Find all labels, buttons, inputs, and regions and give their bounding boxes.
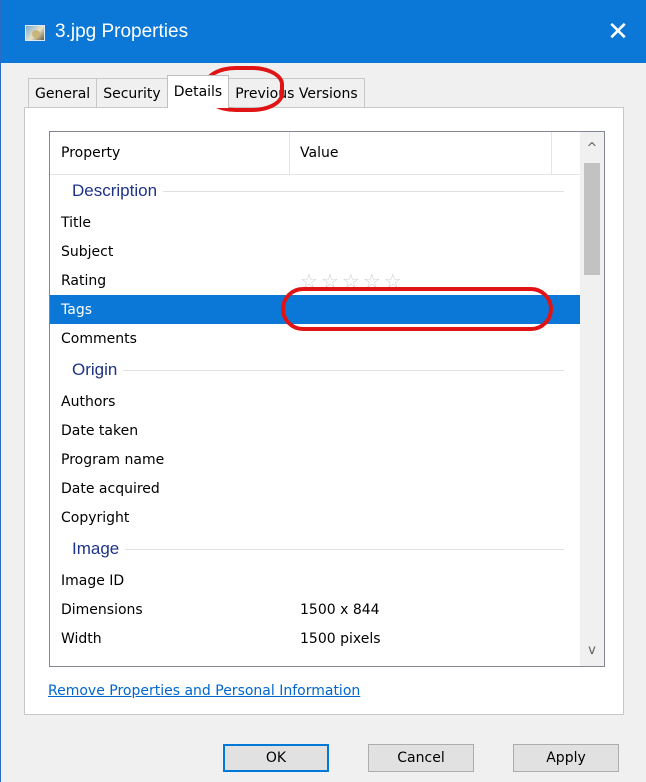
column-header-property[interactable]: Property — [50, 132, 290, 174]
row-tags[interactable]: Tags — [50, 295, 580, 324]
window-title: 3.jpg Properties — [55, 21, 189, 42]
property-name: Program name — [61, 451, 165, 468]
row-dimensions[interactable]: Dimensions 1500 x 844 — [50, 595, 580, 624]
properties-dialog: 3.jpg Properties ✕ General Security Deta… — [0, 0, 646, 782]
close-button[interactable]: ✕ — [589, 0, 646, 63]
group-image: Image — [50, 532, 580, 566]
property-name: Image ID — [61, 572, 125, 589]
star-icon[interactable]: ☆ — [321, 271, 339, 291]
property-name: Subject — [61, 243, 114, 260]
row-date-taken[interactable]: Date taken — [50, 416, 580, 445]
row-authors[interactable]: Authors — [50, 387, 580, 416]
tab-details[interactable]: Details — [166, 75, 230, 108]
property-name: Authors — [61, 393, 116, 410]
group-label: Origin — [72, 360, 124, 380]
property-name: Tags — [61, 301, 92, 318]
group-divider — [125, 548, 564, 550]
row-date-acquired[interactable]: Date acquired — [50, 474, 580, 503]
apply-button[interactable]: Apply — [513, 744, 619, 772]
property-name: Comments — [61, 330, 137, 347]
row-subject[interactable]: Subject — [50, 237, 580, 266]
title-bar[interactable]: 3.jpg Properties ✕ — [1, 0, 646, 63]
list-header: Property Value — [50, 132, 580, 175]
jpeg-file-icon — [25, 25, 45, 41]
group-label: Description — [72, 181, 164, 201]
scroll-up-icon[interactable]: ^ — [580, 135, 604, 161]
group-divider — [163, 190, 564, 192]
row-title[interactable]: Title — [50, 208, 580, 237]
tab-strip: General Security Details Previous Versio… — [28, 75, 365, 108]
row-rating[interactable]: Rating ☆ ☆ ☆ ☆ ☆ — [50, 266, 580, 295]
tab-general[interactable]: General — [28, 78, 98, 108]
property-name: Dimensions — [61, 601, 143, 618]
property-name: Copyright — [61, 509, 130, 526]
tab-security[interactable]: Security — [96, 78, 168, 108]
cancel-button[interactable]: Cancel — [368, 744, 474, 772]
column-header-value[interactable]: Value — [290, 132, 552, 174]
row-copyright[interactable]: Copyright — [50, 503, 580, 532]
property-rows: Description Title Subject Rating ☆ ☆ ☆ ☆… — [50, 174, 580, 653]
ok-button[interactable]: OK — [223, 744, 329, 772]
rating-stars[interactable]: ☆ ☆ ☆ ☆ ☆ — [290, 271, 552, 291]
star-icon[interactable]: ☆ — [300, 271, 318, 291]
group-divider — [123, 369, 564, 371]
scroll-thumb[interactable] — [584, 163, 600, 275]
property-value: 1500 pixels — [300, 630, 381, 647]
row-program-name[interactable]: Program name — [50, 445, 580, 474]
scroll-down-icon[interactable]: v — [580, 637, 604, 663]
star-icon[interactable]: ☆ — [384, 271, 402, 291]
group-origin: Origin — [50, 353, 580, 387]
star-icon[interactable]: ☆ — [363, 271, 381, 291]
remove-properties-link[interactable]: Remove Properties and Personal Informati… — [48, 683, 360, 699]
star-icon[interactable]: ☆ — [342, 271, 360, 291]
property-name: Date taken — [61, 422, 139, 439]
property-value: 1500 x 844 — [300, 601, 380, 618]
property-name: Title — [61, 214, 92, 231]
row-comments[interactable]: Comments — [50, 324, 580, 353]
property-name: Rating — [61, 272, 107, 289]
property-name: Width — [61, 630, 102, 647]
group-description: Description — [50, 174, 580, 208]
group-label: Image — [72, 539, 126, 559]
properties-list[interactable]: Property Value Description Title Subject… — [49, 131, 605, 667]
vertical-scrollbar[interactable]: ^ v — [580, 132, 604, 666]
property-name: Date acquired — [61, 480, 160, 497]
row-image-id[interactable]: Image ID — [50, 566, 580, 595]
row-width[interactable]: Width 1500 pixels — [50, 624, 580, 653]
tab-previous-versions[interactable]: Previous Versions — [228, 78, 365, 108]
